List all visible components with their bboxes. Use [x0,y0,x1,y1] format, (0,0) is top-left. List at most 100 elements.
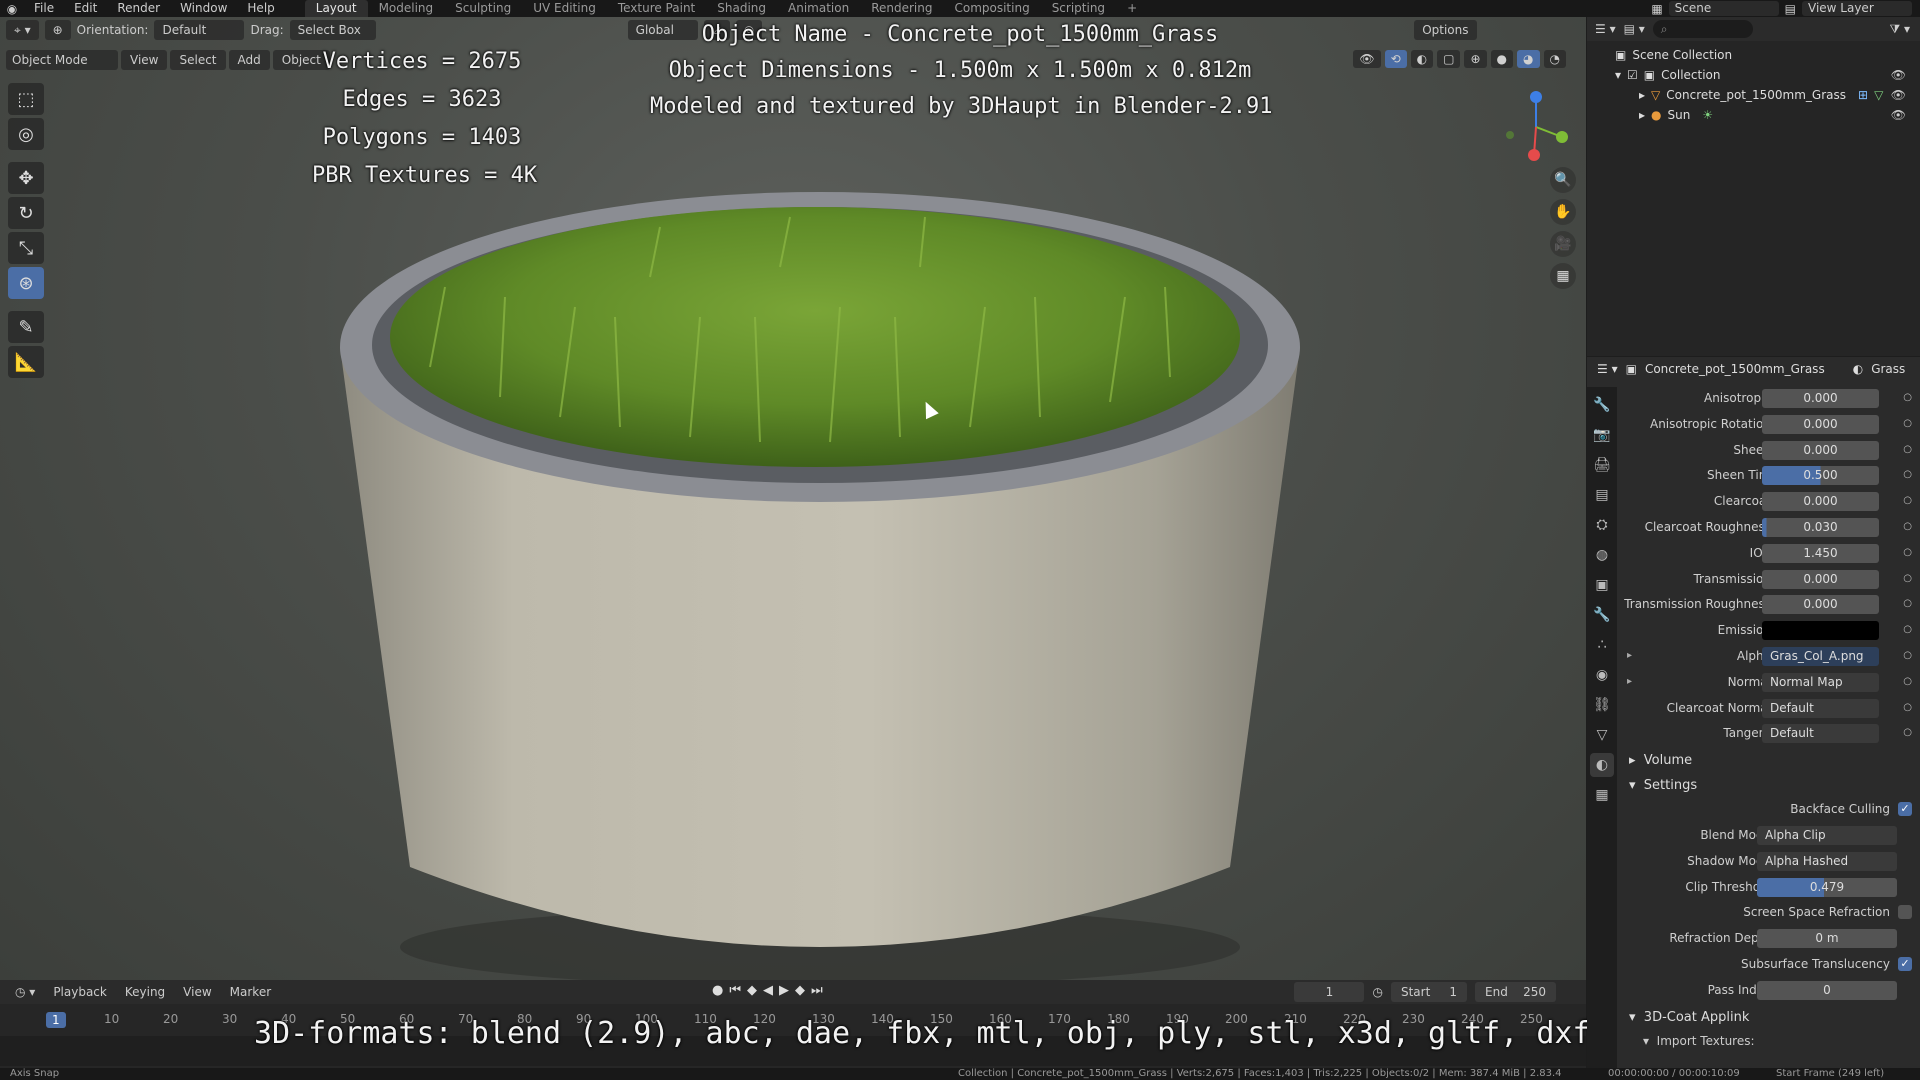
setting-value-field[interactable]: 0 m [1757,929,1897,949]
display-mode-icon[interactable]: ▤ ▾ [1624,22,1645,36]
z-axis-icon[interactable] [1530,91,1542,103]
expand-icon[interactable]: ▸ [1627,676,1632,687]
rendered-shading-icon[interactable]: ◔ [1543,50,1566,68]
menu-help[interactable]: Help [237,0,284,17]
socket-icon[interactable]: ○ [1903,598,1912,609]
property-value-field[interactable]: 0.000 [1762,595,1879,615]
tab-sculpting[interactable]: Sculpting [444,0,522,17]
physics-tab-icon[interactable]: ◉ [1590,663,1614,687]
setting-value-field[interactable]: 0.479 [1757,877,1897,897]
visibility-icon[interactable]: 👁 [1353,50,1381,68]
zoom-icon[interactable]: 🔍 [1550,167,1576,193]
view-layer-field[interactable]: View Layer [1802,1,1912,16]
setting-checkbox[interactable] [1898,905,1912,920]
outliner-search-input[interactable]: ⌕ [1652,20,1753,38]
socket-icon[interactable]: ○ [1903,495,1912,506]
socket-icon[interactable]: ○ [1903,676,1912,687]
socket-icon[interactable]: ○ [1903,392,1912,403]
play-reverse-icon[interactable]: ◀ [763,983,773,998]
select-box-icon[interactable]: ⬚ [8,83,44,115]
constraints-tab-icon[interactable]: ⛓ [1590,693,1614,717]
volume-panel-header[interactable]: ▸ Volume [1617,748,1920,773]
view-layer-tab-icon[interactable]: ▤ [1590,483,1614,507]
y-axis-icon[interactable] [1556,131,1568,143]
tab-compositing[interactable]: Compositing [943,0,1040,17]
property-value-field[interactable] [1762,621,1879,641]
blender-logo-icon[interactable]: ◉ [0,2,24,16]
expand-icon[interactable]: ▸ [1639,108,1645,122]
socket-icon[interactable]: ○ [1903,469,1912,480]
navigation-gizmo[interactable] [1496,87,1576,167]
move-icon[interactable]: ✥ [8,162,44,194]
object-tab-icon[interactable]: ▣ [1590,573,1614,597]
property-value-field[interactable]: 1.450 [1762,543,1879,563]
menu-timeline-view[interactable]: View [176,983,218,1001]
prev-keyframe-icon[interactable]: ◆ [747,983,757,998]
setting-value-field[interactable]: Alpha Hashed [1757,851,1897,871]
measure-icon[interactable]: 📐 [8,346,44,378]
property-value-field[interactable]: 0.030 [1762,517,1879,537]
solid-shading-icon[interactable]: ● [1490,50,1514,68]
rotate-icon[interactable]: ↻ [8,197,44,229]
menu-window[interactable]: Window [170,0,237,17]
socket-icon[interactable]: ○ [1903,547,1912,558]
transform-pivot-icon[interactable]: ⊕ [44,19,71,40]
tab-scripting[interactable]: Scripting [1041,0,1116,17]
next-keyframe-icon[interactable]: ◆ [795,983,805,998]
data-tab-icon[interactable]: ▽ [1590,723,1614,747]
property-value-field[interactable]: 0.500 [1762,466,1879,486]
menu-edit[interactable]: Edit [64,0,107,17]
output-tab-icon[interactable]: 🖨 [1590,453,1614,477]
tool-tab-icon[interactable]: 🔧 [1590,393,1614,417]
transform-icon[interactable]: ⊛ [8,267,44,299]
material-tab-icon[interactable]: ◐ [1590,753,1614,777]
tab-shading[interactable]: Shading [706,0,777,17]
playhead[interactable]: 1 [46,1012,66,1028]
setting-value-field[interactable]: Alpha Clip [1757,825,1897,845]
tab-layout[interactable]: Layout [304,0,368,17]
tab-rendering[interactable]: Rendering [860,0,943,17]
texture-tab-icon[interactable]: ▦ [1590,783,1614,807]
collection-row[interactable]: ▾ ☑ ▣ Collection 👁 [1587,65,1920,85]
tab-uv-editing[interactable]: UV Editing [522,0,607,17]
mode-select[interactable]: Object Mode [6,50,118,70]
gizmo-toggle-icon[interactable]: ⟲ [1384,50,1407,68]
socket-icon[interactable]: ○ [1903,624,1912,635]
settings-panel-header[interactable]: ▾ Settings [1617,773,1920,798]
property-value-field[interactable]: 0.000 [1762,440,1879,460]
wireframe-shading-icon[interactable]: ⊕ [1464,50,1487,68]
property-value-field[interactable]: Normal Map [1762,672,1879,692]
expand-icon[interactable]: ▸ [1627,650,1632,661]
socket-icon[interactable]: ○ [1903,702,1912,713]
setting-checkbox[interactable]: ✓ [1898,802,1912,817]
tab-modeling[interactable]: Modeling [368,0,445,17]
pan-hand-icon[interactable]: ✋ [1550,199,1576,225]
material-shading-icon[interactable]: ◕ [1517,50,1540,68]
menu-render[interactable]: Render [107,0,170,17]
scene-collection-row[interactable]: ▣ Scene Collection [1587,45,1920,65]
property-value-field[interactable]: Default [1762,724,1879,744]
socket-icon[interactable]: ○ [1903,573,1912,584]
menu-file[interactable]: File [24,0,64,17]
scene-field[interactable]: Scene [1668,1,1779,16]
object-row-sun[interactable]: ▸ ● Sun ☀ 👁 [1587,105,1920,125]
object-row-pot[interactable]: ▸ ▽ Concrete_pot_1500mm_Grass ⊞ ▽ 👁 [1587,85,1920,105]
properties-editor-type-icon[interactable]: ☰ ▾ [1597,362,1618,376]
cursor-icon[interactable]: ◎ [8,118,44,150]
socket-icon[interactable]: ○ [1903,521,1912,532]
add-workspace-icon[interactable]: + [1116,0,1148,17]
start-frame-field[interactable]: Start 1 [1390,982,1468,1002]
socket-icon[interactable]: ○ [1903,418,1912,429]
menu-view[interactable]: View [121,50,168,70]
expand-icon[interactable]: ▸ [1639,88,1645,102]
scene-tab-icon[interactable]: ⛭ [1590,513,1614,537]
property-value-field[interactable]: 0.000 [1762,492,1879,512]
camera-view-icon[interactable]: 🎥 [1550,231,1576,257]
eye-icon[interactable]: 👁 [1891,88,1906,102]
property-value-field[interactable]: Default [1762,698,1879,718]
drag-select[interactable]: Select Box [289,19,376,40]
play-icon[interactable]: ▶ [779,983,789,998]
menu-playback[interactable]: Playback [46,983,114,1001]
view-layer-icon[interactable]: ▤ [1785,2,1796,16]
scale-icon[interactable]: ⤡ [8,232,44,264]
